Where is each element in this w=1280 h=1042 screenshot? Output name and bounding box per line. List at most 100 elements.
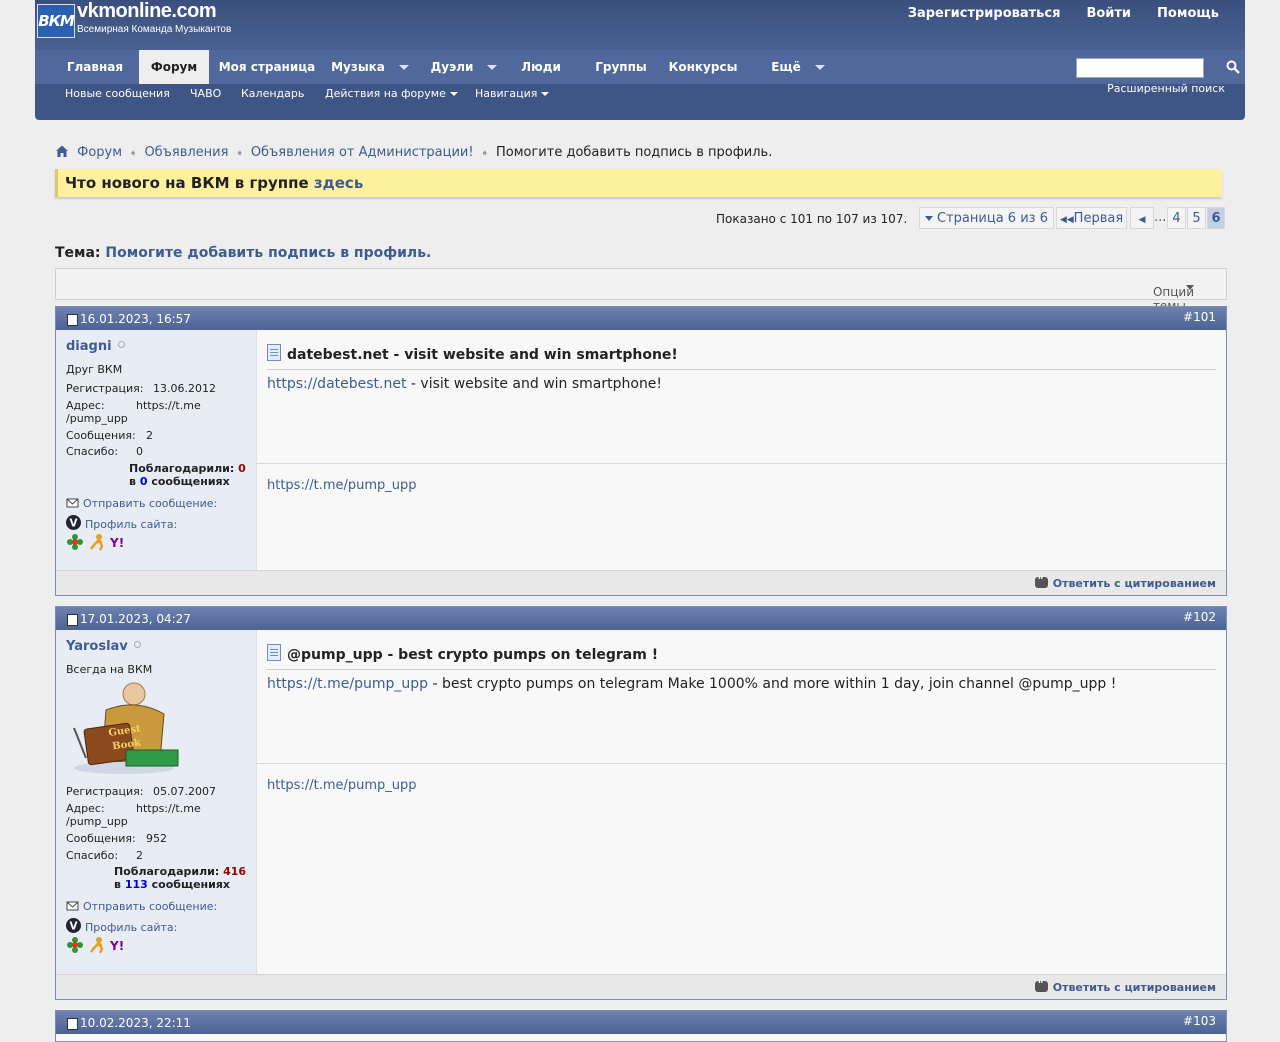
breadcrumb-current: Помогите добавить подпись в профиль.: [495, 145, 773, 160]
username-label: diagni: [66, 339, 112, 354]
post-number-link[interactable]: #101: [1183, 310, 1216, 324]
thread-title-link[interactable]: Помогите добавить подпись в профиль.: [105, 245, 431, 261]
thanked-value: 0: [238, 462, 246, 475]
send-message-link[interactable]: Отправить сообщение:: [66, 496, 217, 510]
subnav-forum-actions[interactable]: Действия на форуме: [325, 87, 458, 100]
chevron-down-icon: [398, 65, 409, 70]
im-icons: Y!: [66, 533, 128, 555]
thread-title: Тема: Помогите добавить подпись в профил…: [55, 245, 431, 261]
breadcrumb: Форум ➧ Объявления ➧ Объявления от Администр…: [55, 144, 772, 160]
tab-label: Музыка: [331, 60, 385, 74]
help-link[interactable]: Помощь: [1157, 6, 1219, 21]
breadcrumb-admin-announcements[interactable]: Объявления от Администрации!: [251, 145, 474, 160]
chevron-down-icon: [925, 216, 934, 221]
username-link[interactable]: Yaroslav: [66, 639, 141, 654]
icq-icon[interactable]: [66, 533, 84, 551]
chevron-down-icon: [487, 65, 498, 70]
page-selector[interactable]: Страница 6 из 6: [919, 207, 1054, 229]
posts-label: Сообщения:: [66, 429, 136, 442]
breadcrumb-forum[interactable]: Форум: [77, 145, 122, 160]
offline-status-icon: [117, 341, 125, 348]
post: 17.01.2023, 04:27 #102 Yaroslav Всегда н…: [55, 606, 1227, 1000]
subnav-navigation[interactable]: Навигация: [475, 87, 550, 100]
post-body-link[interactable]: https://t.me/pump_upp: [267, 676, 428, 692]
subnav-faq[interactable]: ЧАВО: [190, 87, 221, 100]
aim-icon[interactable]: [88, 533, 106, 551]
post-status-icon: [67, 314, 78, 326]
page-5-link[interactable]: 5: [1187, 207, 1206, 229]
yahoo-icon[interactable]: Y!: [109, 533, 128, 551]
chevron-down-icon: [814, 65, 825, 70]
search-icon[interactable]: [1226, 60, 1240, 74]
user-info-panel: Yaroslav Всегда на ВКМ Guest Book Регист…: [56, 630, 257, 974]
icq-icon[interactable]: [66, 936, 84, 954]
signature-link[interactable]: https://t.me/pump_upp: [267, 478, 417, 493]
tab-groups[interactable]: Группы: [591, 50, 651, 84]
envelope-icon: [66, 901, 79, 911]
post-date: 16.01.2023, 16:57: [80, 312, 191, 326]
advanced-search-link[interactable]: Расширенный поиск: [1107, 82, 1225, 95]
posts-value: 2: [146, 429, 153, 442]
user-thanks: Спасибо: 2: [66, 849, 143, 862]
main-nav: Главная Форум Моя страница Музыка Дуэли …: [35, 50, 1245, 84]
profile-link[interactable]: V Профиль сайта:: [66, 918, 177, 934]
profile-link[interactable]: V Профиль сайта:: [66, 515, 177, 531]
notice-link[interactable]: здесь: [314, 174, 363, 192]
prev-page-button[interactable]: ◀: [1130, 207, 1154, 229]
breadcrumb-announcements[interactable]: Объявления: [144, 145, 228, 160]
post-footer: Ответить с цитированием: [56, 974, 1226, 999]
page-4-link[interactable]: 4: [1167, 207, 1186, 229]
post-footer: Ответить с цитированием: [56, 570, 1226, 595]
register-link[interactable]: Зарегистрироваться: [908, 6, 1061, 21]
tab-contests[interactable]: Конкурсы: [665, 50, 741, 84]
tab-more[interactable]: Ещё: [765, 50, 831, 84]
user-address-cont: /pump_upp: [66, 412, 128, 425]
post-number-link[interactable]: #103: [1183, 1014, 1216, 1028]
address-value: https://t.me: [136, 399, 201, 412]
post-number-link[interactable]: #102: [1183, 610, 1216, 624]
post-title-text: datebest.net - visit website and win sma…: [287, 347, 678, 363]
notice-text: Что нового на ВКМ в группе: [65, 174, 314, 192]
posts-value: 952: [146, 832, 167, 845]
im-icons: Y!: [66, 936, 128, 958]
tab-duels[interactable]: Дуэли: [427, 50, 501, 84]
reply-label: Ответить с цитированием: [1052, 577, 1216, 590]
yahoo-icon[interactable]: Y!: [109, 936, 128, 954]
tab-music[interactable]: Музыка: [331, 50, 409, 84]
profile-label: Профиль сайта:: [85, 518, 178, 531]
subnav-calendar[interactable]: Календарь: [241, 87, 304, 100]
address-label: Адрес:: [66, 802, 105, 815]
user-thanks: Спасибо: 0: [66, 445, 143, 458]
signature-link[interactable]: https://t.me/pump_upp: [267, 778, 417, 793]
post-body-text: - visit website and win smartphone!: [406, 376, 663, 392]
user-avatar[interactable]: Guest Book: [66, 680, 186, 776]
first-page-button[interactable]: ◀◀Первая: [1056, 207, 1127, 229]
post-title: @pump_upp - best crypto pumps on telegra…: [267, 644, 1216, 670]
post-body-text: - best crypto pumps on telegram Make 100…: [428, 676, 1117, 692]
user-posts: Сообщения: 952: [66, 832, 167, 845]
user-reg-date: Регистрация: 13.06.2012: [66, 382, 216, 395]
user-thanked-count: Поблагодарили: 416 в 113 сообщениях: [114, 865, 246, 891]
tab-forum[interactable]: Форум: [139, 50, 209, 84]
post-body-link[interactable]: https://datebest.net: [267, 376, 406, 392]
tab-home[interactable]: Главная: [57, 50, 133, 84]
tab-people[interactable]: Люди: [515, 50, 567, 84]
subnav-new-posts[interactable]: Новые сообщения: [65, 87, 170, 100]
chevron-down-icon: [449, 92, 458, 96]
thanks-value: 2: [136, 849, 143, 862]
user-thanked-count: Поблагодарили: 0 в 0 сообщениях: [129, 462, 246, 488]
login-link[interactable]: Войти: [1086, 6, 1131, 21]
tab-my-page[interactable]: Моя страница: [215, 50, 319, 84]
tab-label: Группы: [595, 60, 647, 74]
send-message-label: Отправить сообщение:: [83, 900, 218, 913]
reply-with-quote-button[interactable]: Ответить с цитированием: [1034, 574, 1216, 590]
send-message-link[interactable]: Отправить сообщение:: [66, 899, 217, 913]
post-header: 10.02.2023, 22:11 #103: [56, 1011, 1226, 1034]
home-icon[interactable]: [55, 144, 69, 158]
chevron-down-icon: [1186, 285, 1194, 290]
search-input[interactable]: [1076, 58, 1204, 78]
pagination-stats: Показано с 101 по 107 из 107.: [716, 212, 908, 226]
aim-icon[interactable]: [88, 936, 106, 954]
reply-with-quote-button[interactable]: Ответить с цитированием: [1034, 978, 1216, 994]
username-link[interactable]: diagni: [66, 339, 125, 354]
